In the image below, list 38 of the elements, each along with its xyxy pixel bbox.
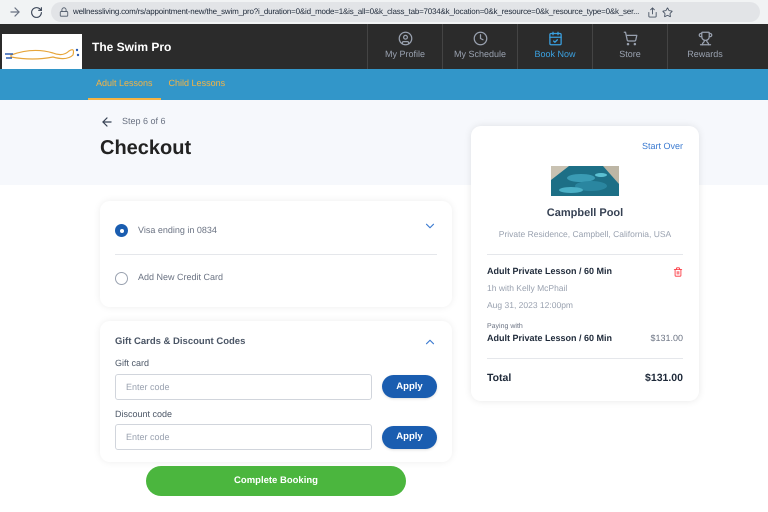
- store-icon: [622, 31, 638, 46]
- rewards-icon: [698, 31, 712, 46]
- section-title: Gift Cards & Discount Codes: [115, 335, 246, 349]
- step-text: Step 6 of 6: [122, 115, 166, 128]
- forward-icon[interactable]: [8, 5, 22, 19]
- location-name: Campbell Pool: [546, 206, 624, 220]
- schedule-icon: [472, 31, 488, 46]
- share-icon[interactable]: [647, 6, 658, 18]
- total-amount: $131.00: [645, 370, 683, 386]
- back-icon[interactable]: [100, 115, 114, 129]
- apply-button[interactable]: Apply: [382, 426, 437, 449]
- start-over-link[interactable]: Start Over: [642, 140, 683, 154]
- total-label: Total: [487, 370, 512, 386]
- radio-button[interactable]: [115, 272, 128, 284]
- code-field[interactable]: Enter code: [115, 374, 372, 400]
- radio-button[interactable]: [115, 224, 128, 237]
- service-name: Adult Private Lesson / 60 Min: [487, 264, 612, 278]
- trash-icon[interactable]: [673, 266, 683, 276]
- price: $131.00: [650, 332, 683, 346]
- field-label: Discount code: [115, 408, 174, 421]
- code-field[interactable]: Enter code: [115, 424, 372, 450]
- address-bar[interactable]: wellnessliving.com/rs/appointment-new/the_swim_pro?i_duration=0&id_mode=1&is_all=0&k_class_tab=7034&k_location=0&k_resource=0&k_resource_type=0&k_ser...: [51, 2, 760, 22]
- page-title: Checkout: [100, 136, 192, 161]
- paying-with-value: Adult Private Lesson / 60 Min: [487, 332, 612, 346]
- business-name: The Swim Pro: [92, 38, 172, 56]
- payment-option[interactable]: Add New Credit Card: [138, 271, 224, 285]
- bookmark-icon[interactable]: [662, 6, 674, 18]
- service-duration: 1h with Kelly McPhail: [487, 282, 568, 295]
- field-label: Gift card: [115, 357, 150, 370]
- lock-icon: [59, 7, 69, 17]
- url-text: wellnessliving.com/rs/appointment-new/the_swim_pro?i_duration=0&id_mode=1&is_all=0&k_class_tab=7034&k_location=0&k_resource=0&k_resource_type=0&k_ser...: [73, 6, 640, 18]
- book-icon: [548, 31, 562, 46]
- service-date: Aug 31, 2023 12:00pm: [487, 299, 574, 312]
- apply-button[interactable]: Apply: [382, 375, 437, 398]
- location-address: Private Residence, Campbell, California, USA: [498, 228, 672, 241]
- profile-icon: [398, 31, 412, 46]
- payment-option[interactable]: Visa ending in 0834: [138, 224, 217, 238]
- reload-icon[interactable]: [30, 6, 43, 18]
